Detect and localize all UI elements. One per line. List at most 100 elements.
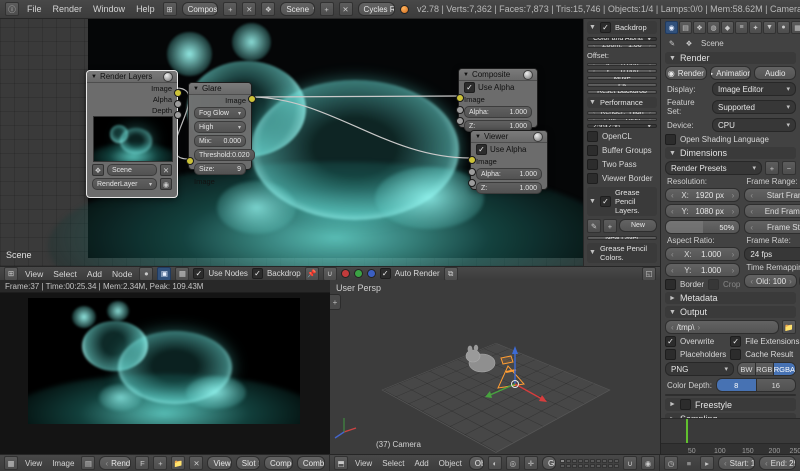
transform-manipulator[interactable]: [485, 346, 547, 402]
move-button[interactable]: Move: [587, 76, 657, 81]
resolution-percentage-slider[interactable]: 50%: [665, 220, 741, 234]
layer-selector[interactable]: Composite: [264, 456, 293, 470]
remove-preset-icon[interactable]: −: [782, 161, 796, 175]
glare-image-out-socket[interactable]: [248, 95, 256, 103]
scene-selector[interactable]: Scene: [280, 2, 315, 16]
editor-type-icon[interactable]: ▦: [4, 456, 18, 470]
backdrop-enable-checkbox[interactable]: [599, 22, 611, 33]
device-selector[interactable]: CPU: [712, 118, 796, 132]
output-panel-header[interactable]: ▼ Output: [665, 306, 796, 318]
depth-16-option[interactable]: 16: [756, 379, 795, 391]
glare-quality-selector[interactable]: High: [194, 121, 246, 133]
start-frame-field[interactable]: Start Frame:1: [744, 188, 800, 202]
collapse-icon[interactable]: ▼: [475, 134, 481, 140]
slot-selector[interactable]: Slot 1: [235, 456, 261, 470]
new-image-icon[interactable]: +: [153, 456, 168, 470]
node-header[interactable]: ▼ Composite: [459, 69, 537, 81]
pencil-icon[interactable]: ✎: [587, 219, 601, 234]
snap-magnet-icon[interactable]: ∪: [623, 456, 637, 470]
backdrop-x-field[interactable]: X: 0.000: [587, 62, 657, 67]
osl-checkbox[interactable]: [665, 134, 676, 145]
end-frame-field[interactable]: End:250: [759, 456, 796, 470]
menu-view[interactable]: View: [352, 459, 375, 468]
camera-object[interactable]: [497, 355, 525, 389]
pass-selector[interactable]: Combined: [296, 456, 325, 470]
placeholders-checkbox[interactable]: [665, 349, 676, 360]
start-frame-field[interactable]: Start:1: [718, 456, 755, 470]
resolution-x-field[interactable]: X: 1920 px: [665, 188, 741, 202]
manipulator-icon[interactable]: ✛: [523, 456, 538, 470]
perf-edit-field[interactable]: Edit: High: [587, 117, 657, 122]
file-format-selector[interactable]: PNG: [665, 362, 734, 376]
pivot-icon[interactable]: ◎: [505, 456, 520, 470]
viewer-alpha-socket[interactable]: [468, 168, 476, 176]
red-channel-icon[interactable]: [340, 269, 350, 278]
viewer-image-socket[interactable]: [468, 156, 476, 164]
freestyle-panel-header[interactable]: ► Freestyle: [665, 398, 796, 411]
tab-constraints-icon[interactable]: ≡: [735, 21, 748, 34]
collapse-icon[interactable]: ▼: [91, 74, 97, 80]
perf-render-field[interactable]: Render:High: [587, 110, 657, 115]
model-head[interactable]: [465, 349, 481, 363]
add-scene-icon[interactable]: +: [319, 2, 334, 16]
perf-chunks-selector[interactable]: 256x256: [587, 124, 657, 129]
layout-swap-icon[interactable]: ◱: [642, 266, 656, 280]
auto-render-checkbox[interactable]: [379, 268, 391, 279]
mode-selector[interactable]: Object Mode: [468, 456, 484, 470]
overwrite-checkbox[interactable]: [665, 336, 676, 347]
green-channel-icon[interactable]: [353, 269, 363, 278]
viewer-z-field[interactable]: Z: 1.000: [476, 182, 542, 194]
unlink-image-icon[interactable]: ✕: [189, 456, 204, 470]
texture-nodes-icon[interactable]: ▦: [175, 266, 190, 280]
gp-colors-panel-header[interactable]: ▼ Grease Pencil Colors.: [587, 242, 657, 263]
menu-select[interactable]: Select: [379, 459, 407, 468]
open-image-icon[interactable]: 📁: [171, 456, 186, 470]
scene-icon[interactable]: ❖: [261, 2, 276, 16]
shader-nodes-icon[interactable]: ●: [139, 266, 154, 280]
node-viewer[interactable]: ▼Viewer Use Alpha Image Alpha: 1.000 Z: 1.…: [468, 130, 548, 194]
rl-alpha-socket[interactable]: [174, 100, 182, 108]
fake-user-button[interactable]: F: [135, 456, 150, 470]
viewer-border-checkbox[interactable]: [587, 173, 598, 185]
viewer-z-socket[interactable]: [468, 179, 476, 187]
node-render-layers[interactable]: ▼ Render Layers Image Alpha Depth ❖ Scene…: [86, 70, 182, 198]
rl-layer-selector[interactable]: RenderLayer: [92, 178, 157, 190]
fit-button[interactable]: Fit: [587, 83, 657, 87]
end-frame-field[interactable]: End Frame:250: [744, 204, 800, 218]
opencl-checkbox[interactable]: [587, 131, 598, 143]
resolution-y-field[interactable]: Y: 1080 px: [665, 204, 741, 218]
feature-set-selector[interactable]: Supported: [712, 100, 796, 114]
collapse-icon[interactable]: ▼: [193, 86, 199, 92]
close-layout-icon[interactable]: ✕: [242, 2, 257, 16]
viewport-shading-icon[interactable]: ◐: [487, 456, 502, 470]
use-alpha-checkbox[interactable]: [464, 82, 475, 93]
screen-layout-selector[interactable]: Compositing: [181, 2, 219, 16]
menu-image[interactable]: Image: [49, 459, 77, 468]
pin-icon[interactable]: 📌: [304, 266, 319, 280]
node-header[interactable]: ▼ Viewer: [471, 131, 547, 143]
menu-object[interactable]: Object: [436, 459, 465, 468]
backdrop-y-field[interactable]: Y: 0.000: [587, 69, 657, 74]
freestyle-checkbox[interactable]: [679, 399, 691, 410]
backdrop-zoom-field[interactable]: Zoom: 1.00: [587, 43, 657, 48]
render-panel-header[interactable]: ▼ Render: [665, 52, 796, 64]
node-header[interactable]: ▼ Glare: [189, 83, 251, 95]
glare-image-in-socket[interactable]: [186, 157, 194, 165]
glare-mix-field[interactable]: Mix: 0.000: [194, 135, 246, 147]
gp-enable-checkbox[interactable]: [599, 196, 611, 208]
playback-icon[interactable]: ▸: [700, 456, 714, 470]
add-preset-icon[interactable]: +: [765, 161, 779, 175]
compositing-nodes-icon[interactable]: ▣: [157, 266, 172, 280]
timeline[interactable]: 50 100 150 200 250: [660, 418, 800, 456]
menu-add[interactable]: Add: [411, 459, 431, 468]
two-pass-checkbox[interactable]: [587, 159, 598, 171]
screen-layout-icon[interactable]: ⊞: [162, 2, 177, 16]
editor-type-icon[interactable]: ⓘ: [5, 2, 19, 16]
dimensions-panel-header[interactable]: ▼ Dimensions: [665, 147, 796, 159]
composite-alpha-field[interactable]: Alpha: 1.000: [464, 106, 532, 118]
file-extensions-checkbox[interactable]: [730, 336, 742, 347]
backdrop-channels-selector[interactable]: Color and Alpha: [587, 37, 657, 41]
tab-object-icon[interactable]: ◆: [721, 21, 734, 34]
close-scene-icon[interactable]: ✕: [338, 2, 353, 16]
tab-world-icon[interactable]: ◍: [707, 21, 720, 34]
